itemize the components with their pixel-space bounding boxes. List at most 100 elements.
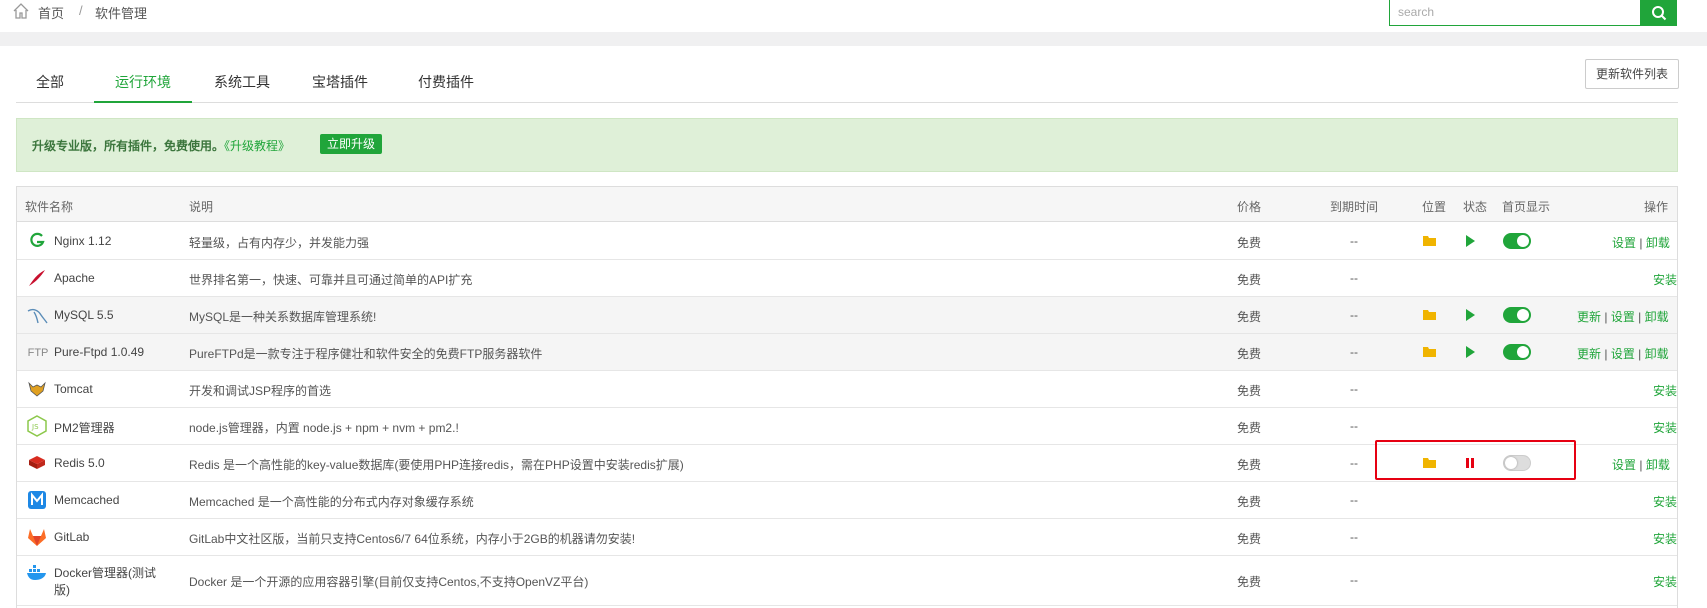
table-row: Apache 世界排名第一，快速、可靠并且可通过简单的API扩充 免费 -- 安… — [17, 260, 1677, 297]
software-name: PM2管理器 — [54, 421, 115, 435]
header-location: 位置 — [1422, 200, 1447, 214]
search-button[interactable] — [1641, 0, 1677, 26]
uninstall-link[interactable]: 卸载 — [1645, 347, 1669, 361]
install-link[interactable]: 安装 — [1653, 419, 1677, 436]
settings-link[interactable]: 设置 — [1612, 458, 1636, 472]
search-icon — [1652, 6, 1667, 21]
header-desc: 说明 — [189, 200, 214, 214]
banner-text: 升级专业版，所有插件，免费使用。《升级教程》 — [32, 137, 290, 154]
price: 免费 — [1237, 273, 1262, 287]
home-icon[interactable] — [12, 2, 30, 20]
install-link[interactable]: 安装 — [1653, 530, 1677, 547]
search-input[interactable]: search — [1389, 0, 1641, 26]
row-actions: 设置 | 卸载 — [1612, 236, 1670, 250]
software-desc: Redis 是一个高性能的key-value数据库(要使用PHP连接redis，… — [189, 458, 684, 472]
software-desc: Memcached 是一个高性能的分布式内存对象缓存系统 — [189, 495, 474, 509]
install-link[interactable]: 安装 — [1653, 382, 1677, 399]
expire-date: -- — [1350, 271, 1358, 285]
play-icon[interactable] — [1464, 308, 1476, 322]
table-row: FTP Pure-Ftpd 1.0.49 PureFTPd是一款专注于程序健壮和… — [17, 334, 1677, 371]
price: 免费 — [1237, 347, 1262, 361]
header-expire: 到期时间 — [1330, 200, 1379, 214]
table-header: 软件名称 说明 价格 到期时间 位置 状态 首页显示 操作 — [17, 187, 1677, 222]
install-link[interactable]: 安装 — [1653, 493, 1677, 510]
banner-message: 升级专业版，所有插件，免费使用。 — [32, 139, 225, 153]
expire-date: -- — [1350, 573, 1358, 587]
expire-date: -- — [1350, 382, 1358, 396]
redis-icon — [26, 452, 48, 474]
uninstall-link[interactable]: 卸载 — [1646, 236, 1670, 250]
software-name: Redis 5.0 — [54, 456, 105, 470]
tab-bt-plugins[interactable]: 宝塔插件 — [300, 69, 380, 103]
expire-date: -- — [1350, 308, 1358, 322]
install-link[interactable]: 安装 — [1653, 271, 1677, 288]
settings-link[interactable]: 设置 — [1612, 236, 1636, 250]
software-desc: 世界排名第一，快速、可靠并且可通过简单的API扩充 — [189, 273, 473, 287]
upgrade-tutorial-link[interactable]: 《升级教程》 — [224, 139, 290, 153]
uninstall-link[interactable]: 卸载 — [1646, 458, 1670, 472]
ftp-icon: FTP — [27, 347, 49, 359]
update-link[interactable]: 更新 — [1577, 347, 1601, 361]
software-desc: Docker 是一个开源的应用容器引擎(目前仅支持Centos,不支持OpenV… — [189, 575, 589, 589]
install-link[interactable]: 安装 — [1653, 573, 1677, 590]
settings-link[interactable]: 设置 — [1611, 347, 1635, 361]
header-status: 状态 — [1463, 200, 1488, 214]
expire-date: -- — [1350, 530, 1358, 544]
price: 免费 — [1237, 310, 1262, 324]
row-actions: 设置 | 卸载 — [1612, 458, 1670, 472]
gitlab-icon — [26, 526, 48, 548]
software-table: 软件名称 说明 价格 到期时间 位置 状态 首页显示 操作 Nginx 1.12… — [16, 186, 1678, 608]
refresh-list-button[interactable]: 更新软件列表 — [1585, 59, 1679, 89]
software-desc: node.js管理器，内置 node.js + npm + nvm + pm2.… — [189, 421, 459, 435]
header-name: 软件名称 — [25, 200, 74, 214]
header-actions: 操作 — [1644, 200, 1669, 214]
memcached-icon — [26, 489, 48, 511]
price: 免费 — [1237, 575, 1262, 589]
upgrade-now-button[interactable]: 立即升级 — [320, 134, 383, 154]
software-desc: MySQL是一种关系数据库管理系统! — [189, 310, 377, 324]
price: 免费 — [1237, 421, 1262, 435]
table-row: Tomcat 开发和调试JSP程序的首选 免费 -- 安装 — [17, 371, 1677, 408]
top-bar: 首页 / 软件管理 search — [0, 0, 1707, 32]
breadcrumb-home[interactable]: 首页 — [38, 3, 64, 22]
table-row: GitLab GitLab中文社区版，当前只支持Centos6/7 64位系统，… — [17, 519, 1677, 556]
expire-date: -- — [1350, 419, 1358, 433]
tab-all[interactable]: 全部 — [24, 69, 76, 103]
homepage-toggle[interactable] — [1503, 344, 1531, 360]
highlight-box — [1375, 440, 1576, 480]
tab-system-tools[interactable]: 系统工具 — [202, 69, 282, 103]
table-row: Nginx 1.12 轻量级，占有内存少，并发能力强 免费 -- 设置 | 卸载 — [17, 223, 1677, 260]
tab-paid-plugins[interactable]: 付费插件 — [406, 69, 486, 103]
price: 免费 — [1237, 532, 1262, 546]
expire-date: -- — [1350, 345, 1358, 359]
software-name: Apache — [54, 271, 95, 285]
software-name: GitLab — [54, 530, 90, 544]
row-actions: 更新 | 设置 | 卸载 — [1577, 347, 1669, 361]
software-name: Nginx 1.12 — [54, 234, 112, 248]
play-icon[interactable] — [1464, 234, 1476, 248]
price: 免费 — [1237, 458, 1262, 472]
tab-runtime[interactable]: 运行环境 — [94, 69, 192, 103]
homepage-toggle[interactable] — [1503, 233, 1531, 249]
price: 免费 — [1237, 495, 1262, 509]
folder-icon[interactable] — [1422, 345, 1438, 359]
software-name: Tomcat — [54, 382, 93, 396]
software-name: Memcached — [54, 493, 120, 507]
category-tabs: 全部 运行环境 系统工具 宝塔插件 付费插件 — [16, 60, 1678, 103]
uninstall-link[interactable]: 卸载 — [1645, 310, 1669, 324]
software-name: Docker管理器(测试版) — [54, 566, 157, 597]
software-desc: 轻量级，占有内存少，并发能力强 — [189, 236, 370, 250]
docker-icon — [26, 561, 48, 583]
folder-icon[interactable] — [1422, 234, 1438, 248]
homepage-toggle[interactable] — [1503, 307, 1531, 323]
software-name: MySQL 5.5 — [54, 308, 114, 322]
header-price: 价格 — [1237, 200, 1262, 214]
settings-link[interactable]: 设置 — [1611, 310, 1635, 324]
update-link[interactable]: 更新 — [1577, 310, 1601, 324]
apache-icon — [26, 267, 48, 289]
expire-date: -- — [1350, 493, 1358, 507]
software-desc: 开发和调试JSP程序的首选 — [189, 384, 332, 398]
play-icon[interactable] — [1464, 345, 1476, 359]
folder-icon[interactable] — [1422, 308, 1438, 322]
table-row: MySQL 5.5 MySQL是一种关系数据库管理系统! 免费 -- 更新 | … — [17, 297, 1677, 334]
